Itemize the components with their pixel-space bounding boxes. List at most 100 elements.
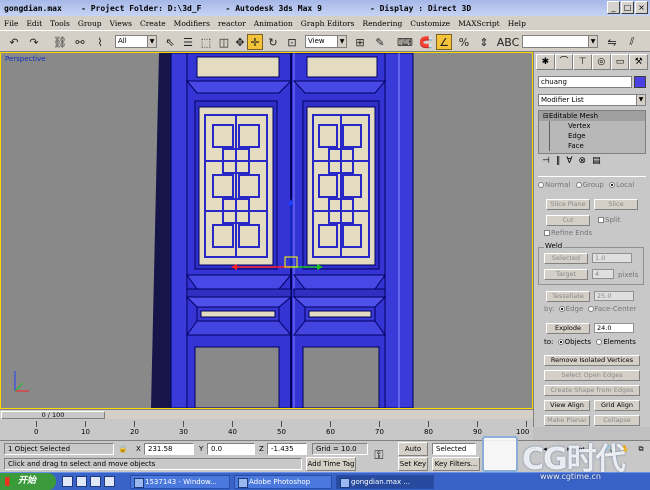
key-mode-dropdown[interactable]: Selected: [432, 443, 476, 455]
rect-region-icon[interactable]: ⬚: [198, 34, 214, 50]
manipulate-icon[interactable]: ✎: [372, 34, 388, 50]
lock-icon[interactable]: 🔒: [118, 444, 128, 454]
select-object-icon[interactable]: ⇖: [162, 34, 178, 50]
select-by-name-icon[interactable]: ☰: [180, 34, 196, 50]
auto-key-button[interactable]: Auto Key: [398, 442, 428, 465]
menu-animation[interactable]: Animation: [254, 19, 293, 28]
radio-local[interactable]: [609, 182, 616, 188]
split-checkbox-row[interactable]: Split: [598, 216, 638, 224]
key-filters-button[interactable]: Key Filters...: [432, 457, 480, 471]
radio-elements[interactable]: [596, 339, 603, 345]
explode-button[interactable]: Explode: [546, 323, 590, 334]
edit-named-selection-icon[interactable]: ABC: [497, 34, 520, 50]
menu-rendering[interactable]: Rendering: [362, 19, 402, 28]
radio-objects[interactable]: [557, 339, 564, 345]
time-slider[interactable]: 0 / 100: [0, 409, 533, 419]
tessellate-spinner[interactable]: 25.0: [594, 291, 634, 301]
grid-align-button[interactable]: Grid Align: [594, 400, 640, 411]
menu-help[interactable]: Help: [508, 19, 526, 28]
split-checkbox[interactable]: [598, 217, 604, 223]
radio-normal[interactable]: [538, 182, 544, 188]
weld-target-spinner[interactable]: 4: [592, 269, 614, 279]
explode-spinner[interactable]: 24.0: [594, 323, 634, 333]
weld-threshold-spinner[interactable]: 1.0: [592, 253, 632, 263]
stack-item-editable-mesh[interactable]: Editable Mesh: [539, 111, 645, 121]
stack-item-face[interactable]: Face: [549, 141, 645, 151]
collapse-button[interactable]: Collapse: [594, 415, 640, 426]
snap-3d-icon[interactable]: 🧲: [418, 34, 434, 50]
minimize-button[interactable]: _: [607, 1, 620, 14]
track-bar[interactable]: 0 10 20 30 40 50 60 70 80 90 100: [0, 419, 533, 440]
viewport-label[interactable]: Perspective: [5, 55, 46, 63]
align-icon[interactable]: ⫽: [624, 34, 640, 50]
menu-modifiers[interactable]: Modifiers: [174, 19, 210, 28]
remove-modifier-icon[interactable]: ⊗: [579, 156, 587, 170]
scale-icon[interactable]: ⊡: [284, 34, 300, 50]
refine-ends-checkbox[interactable]: [544, 230, 550, 236]
add-time-tag-button[interactable]: Add Time Tag: [306, 457, 356, 471]
quicklaunch-icon[interactable]: [90, 476, 101, 487]
undo-icon[interactable]: ↶: [6, 34, 22, 50]
select-open-edges-button[interactable]: Select Open Edges: [544, 370, 640, 381]
named-selection-dropdown[interactable]: ▼: [522, 35, 598, 48]
perspective-viewport[interactable]: Perspective: [0, 52, 533, 409]
radio-face-center[interactable]: [587, 306, 594, 312]
radio-edge[interactable]: [558, 306, 565, 312]
maximize-button[interactable]: □: [621, 1, 634, 14]
radio-group[interactable]: [575, 182, 582, 188]
make-unique-icon[interactable]: ∀: [566, 156, 572, 170]
bind-space-warp-icon[interactable]: ⌇: [92, 34, 108, 50]
rotate-icon[interactable]: ↻: [265, 34, 281, 50]
view-align-button[interactable]: View Align: [544, 400, 590, 411]
set-key-button[interactable]: Set Key: [398, 457, 428, 471]
reference-coord-dropdown[interactable]: View ▼: [305, 35, 347, 48]
y-coordinate-field[interactable]: 0.0: [207, 443, 255, 455]
menu-reactor[interactable]: reactor: [218, 19, 246, 28]
quicklaunch-icon[interactable]: [76, 476, 87, 487]
configure-sets-icon[interactable]: ▤: [592, 156, 601, 170]
stack-item-vertex[interactable]: Vertex: [549, 121, 645, 131]
menu-graph-editors[interactable]: Graph Editors: [301, 19, 355, 28]
close-button[interactable]: ×: [635, 1, 648, 14]
make-planar-button[interactable]: Make Planar: [544, 415, 590, 426]
refine-ends-row[interactable]: Refine Ends: [544, 229, 650, 237]
stack-item-edge[interactable]: Edge: [549, 131, 645, 141]
motion-tab-icon[interactable]: ◎: [592, 54, 611, 70]
weld-target-button[interactable]: Target: [544, 269, 588, 280]
show-end-result-icon[interactable]: ‖: [556, 156, 561, 170]
create-shape-from-edges-button[interactable]: Create Shape from Edges: [544, 385, 640, 396]
start-button[interactable]: 开始: [0, 473, 56, 490]
modifier-list-dropdown[interactable]: Modifier List ▼: [538, 94, 646, 106]
taskbar-item-window[interactable]: 1537143 - Window...: [130, 475, 230, 489]
taskbar-item-3dsmax[interactable]: gongdian.max ...: [336, 475, 434, 489]
taskbar-item-photoshop[interactable]: Adobe Photoshop: [234, 475, 332, 489]
menu-file[interactable]: File: [4, 19, 18, 28]
spinner-snap-icon[interactable]: ⇕: [476, 34, 492, 50]
key-icon[interactable]: ⚿: [374, 449, 384, 461]
object-name-input[interactable]: chuang: [538, 76, 632, 88]
x-coordinate-field[interactable]: 231.58: [144, 443, 194, 455]
menu-tools[interactable]: Tools: [50, 19, 70, 28]
pivot-center-icon[interactable]: ⊞: [352, 34, 368, 50]
select-move-icon[interactable]: ✥: [232, 34, 248, 50]
percent-snap-icon[interactable]: %: [456, 34, 472, 50]
cut-button[interactable]: Cut: [546, 215, 590, 226]
z-coordinate-field[interactable]: -1.435: [267, 443, 307, 455]
menu-group[interactable]: Group: [78, 19, 102, 28]
object-color-swatch[interactable]: [634, 76, 646, 88]
window-crossing-icon[interactable]: ◫: [216, 34, 232, 50]
quicklaunch-icon[interactable]: [62, 476, 73, 487]
modify-tab-icon[interactable]: ⌒: [554, 54, 574, 70]
unlink-icon[interactable]: ⚯: [72, 34, 88, 50]
hierarchy-tab-icon[interactable]: ⊤: [573, 54, 593, 70]
selection-filter-dropdown[interactable]: All ▼: [115, 35, 157, 48]
move-icon[interactable]: ✛: [247, 34, 263, 50]
mirror-icon[interactable]: ⇋: [604, 34, 620, 50]
create-tab-icon[interactable]: ✱: [536, 54, 555, 70]
menu-edit[interactable]: Edit: [26, 19, 42, 28]
redo-icon[interactable]: ↷: [26, 34, 42, 50]
menu-create[interactable]: Create: [140, 19, 166, 28]
menu-views[interactable]: Views: [110, 19, 132, 28]
slice-plane-button[interactable]: Slice Plane: [546, 199, 590, 210]
quicklaunch-icon[interactable]: [104, 476, 115, 487]
